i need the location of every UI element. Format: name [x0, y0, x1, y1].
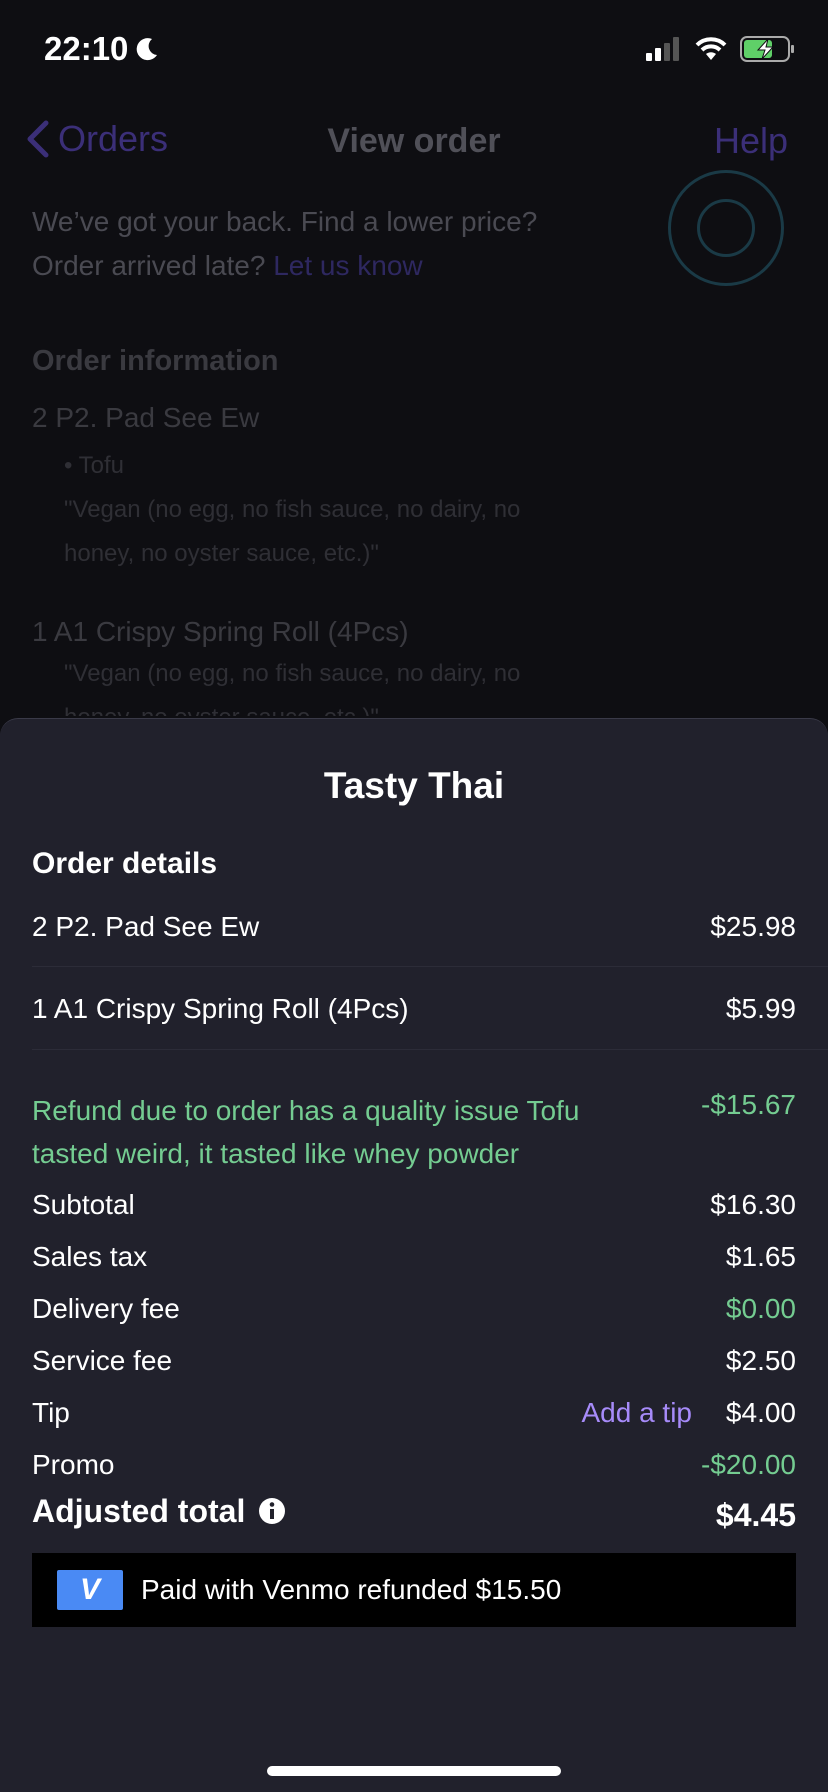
- sales-tax-label: Sales tax: [32, 1241, 148, 1272]
- subtotal-value: $16.30: [710, 1189, 796, 1220]
- wifi-icon: [695, 37, 727, 60]
- status-icons: [646, 36, 796, 62]
- tip-value: $4.00: [725, 1397, 796, 1428]
- status-time: 22:10: [44, 30, 160, 68]
- guarantee-line2-prefix: Order arrived late?: [32, 250, 266, 281]
- refund-amount: -$15.67: [701, 1089, 796, 1120]
- add-tip-link[interactable]: Add a tip: [581, 1397, 692, 1429]
- order-information-heading: Order information: [32, 345, 279, 377]
- status-bar: 22:10: [0, 0, 828, 100]
- nav-bar: Orders View order Help: [0, 100, 828, 180]
- order-details-sheet: Tasty Thai Order details 2 P2. Pad See E…: [0, 718, 828, 1792]
- info-icon[interactable]: [258, 1497, 286, 1525]
- service-fee-label: Service fee: [32, 1345, 173, 1376]
- battery-charging-icon: [740, 36, 794, 62]
- bg-order-item-option: • Tofu: [64, 452, 124, 479]
- page-title: View order: [327, 122, 501, 160]
- bg-order-item-name: 2 P2. Pad See Ew: [32, 402, 260, 433]
- adjusted-total-label-wrap: Adjusted total: [32, 1493, 286, 1530]
- promo-label: Promo: [32, 1449, 115, 1480]
- restaurant-name: Tasty Thai: [323, 765, 505, 806]
- let-us-know-link[interactable]: Let us know: [273, 250, 422, 281]
- order-details-heading: Order details: [32, 847, 218, 880]
- home-indicator[interactable]: [267, 1766, 561, 1776]
- signal-icon: [646, 37, 679, 61]
- subtotal-label: Subtotal: [32, 1189, 135, 1220]
- line-item-label: 1 A1 Crispy Spring Roll (4Pcs): [32, 993, 409, 1024]
- guarantee-badge-check: [697, 199, 755, 257]
- venmo-logo: V: [57, 1570, 123, 1610]
- refund-row: Refund due to order has a quality issue …: [32, 1089, 796, 1177]
- bg-order-item-note: "Vegan (no egg, no fish sauce, no dairy,…: [64, 496, 521, 567]
- adjusted-total-value: $4.45: [715, 1497, 796, 1533]
- divider: [32, 1049, 828, 1050]
- line-item-label: 2 P2. Pad See Ew: [32, 911, 260, 942]
- refund-label: Refund due to order has a quality issue …: [32, 1095, 580, 1169]
- guarantee-text: We’ve got your back. Find a lower price?…: [32, 200, 592, 288]
- payment-text: Paid with Venmo refunded $15.50: [141, 1574, 562, 1605]
- promo-value: -$20.00: [701, 1449, 796, 1480]
- line-item-price: $5.99: [725, 993, 796, 1024]
- status-time-text: 22:10: [44, 30, 129, 67]
- delivery-fee-value: $0.00: [725, 1293, 796, 1324]
- help-button[interactable]: Help: [714, 120, 788, 162]
- guarantee-line1: We’ve got your back. Find a lower price?: [32, 206, 538, 237]
- tip-label: Tip: [32, 1397, 70, 1428]
- service-fee-value: $2.50: [725, 1345, 796, 1376]
- payment-method-bar: V Paid with Venmo refunded $15.50: [32, 1553, 796, 1627]
- adjusted-total-label: Adjusted total: [32, 1493, 246, 1529]
- bg-order-item-note: "Vegan (no egg, no fish sauce, no dairy,…: [64, 660, 521, 716]
- guarantee-line2: Order arrived late? Let us know: [32, 244, 592, 288]
- guarantee-badge-icon: [668, 170, 784, 286]
- moon-icon: [137, 38, 158, 61]
- line-item-price: $25.98: [710, 911, 796, 942]
- bg-order-item-name: 1 A1 Crispy Spring Roll (4Pcs): [32, 616, 409, 647]
- divider: [32, 966, 828, 967]
- delivery-fee-label: Delivery fee: [32, 1293, 180, 1324]
- sales-tax-value: $1.65: [725, 1241, 796, 1272]
